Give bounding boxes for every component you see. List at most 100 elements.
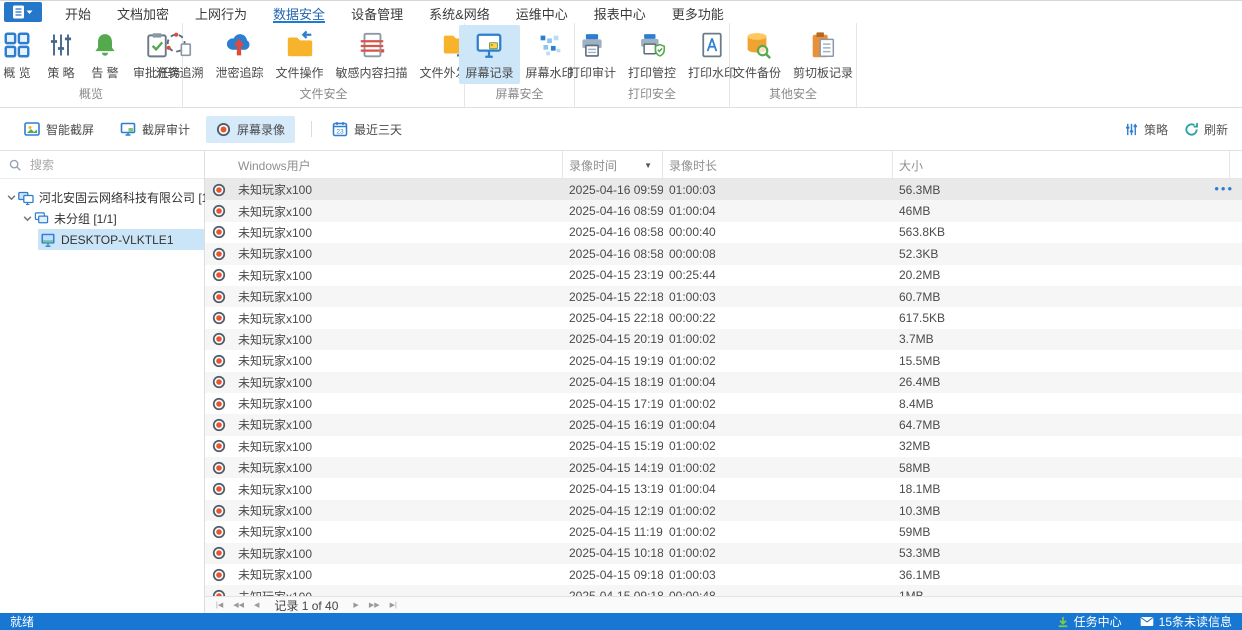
- cell-duration: 01:00:03: [669, 567, 716, 582]
- menu-item-web-behavior[interactable]: 上网行为: [195, 1, 247, 23]
- table-row[interactable]: 未知玩家x100 2025-04-15 23:19:01 00:25:44 20…: [205, 265, 1242, 286]
- menu-item-more-features[interactable]: 更多功能: [672, 1, 724, 23]
- record-dot-icon: [205, 439, 232, 453]
- page-next-button[interactable]: ▶: [348, 601, 363, 609]
- app-menu-button[interactable]: [4, 2, 42, 22]
- date-filter-recent-3-days[interactable]: 23 最近三天: [322, 116, 412, 143]
- cell-size: 59MB: [899, 524, 931, 539]
- group-monitors-icon: [34, 211, 49, 226]
- menu-item-report-center[interactable]: 报表中心: [594, 1, 646, 23]
- col-record-time[interactable]: 录像时间 ▼: [563, 151, 663, 179]
- ribbon-item-print-audit[interactable]: 打印审计: [562, 25, 622, 84]
- menu-item-start[interactable]: 开始: [65, 1, 91, 23]
- page-prev-button[interactable]: ◀: [249, 601, 264, 609]
- record-dot-icon: [205, 311, 232, 325]
- page-last-button[interactable]: ▶|: [385, 601, 402, 609]
- page-indicator: 记录 1 of 40: [274, 598, 339, 613]
- col-duration[interactable]: 录像时长: [663, 151, 893, 179]
- menu-item-data-security[interactable]: 数据安全: [273, 1, 326, 23]
- cell-windows-user: 未知玩家x100: [238, 225, 313, 240]
- overview-grid-icon: [1, 29, 33, 61]
- table-row[interactable]: 未知玩家x100 2025-04-15 12:19:03 01:00:02 10…: [205, 499, 1242, 522]
- table-row[interactable]: 未知玩家x100 2025-04-15 19:19:28 01:00:02 15…: [205, 350, 1242, 371]
- ribbon: 概 览 策 略 告 警 审批任务 概览 流转追溯 泄密追踪 文件操作 敏感内容扫…: [0, 23, 1242, 108]
- table-row[interactable]: 未知玩家x100 2025-04-15 15:19:14 01:00:02 32…: [205, 436, 1242, 457]
- tab-smart-capture[interactable]: 智能截屏: [14, 116, 104, 143]
- record-dot-icon: [205, 418, 232, 432]
- tree-node-ungrouped[interactable]: 未分组 [1/1]: [0, 208, 204, 229]
- cell-duration: 01:00:02: [669, 353, 716, 368]
- ribbon-item-leak-tracking[interactable]: 泄密追踪: [209, 25, 269, 84]
- menu-item-system-network[interactable]: 系统&网络: [429, 1, 490, 23]
- sensitive-scan-icon: [356, 29, 388, 61]
- table-header: Windows用户 录像时间 ▼ 录像时长 大小: [205, 151, 1242, 179]
- menu-item-ops-center[interactable]: 运维中心: [516, 1, 568, 23]
- menu-item-device-management[interactable]: 设备管理: [351, 1, 403, 23]
- table-row[interactable]: 未知玩家x100 2025-04-15 17:19:22 01:00:02 8.…: [205, 393, 1242, 414]
- col-size[interactable]: 大小: [893, 151, 1230, 179]
- cell-size: 32MB: [899, 439, 931, 454]
- record-dot-icon: [216, 122, 231, 137]
- col-windows-user[interactable]: Windows用户: [232, 151, 563, 179]
- policy-button[interactable]: 策略: [1124, 121, 1168, 138]
- cell-duration: 01:00:04: [669, 482, 716, 497]
- cell-record-time: 2025-04-15 12:19:03: [569, 503, 663, 518]
- cell-record-time: 2025-04-15 15:19:14: [569, 439, 663, 454]
- ribbon-item-alert[interactable]: 告 警: [83, 25, 127, 84]
- ribbon-item-overview[interactable]: 概 览: [0, 25, 39, 84]
- row-more-actions-icon[interactable]: •••: [1214, 179, 1234, 200]
- tree-node-device-desktop-vlktle1[interactable]: DESKTOP-VLKTLE1: [0, 229, 204, 250]
- table-row[interactable]: 未知玩家x100 2025-04-15 18:19:24 01:00:04 26…: [205, 371, 1242, 393]
- table-row[interactable]: 未知玩家x100 2025-04-15 09:18:06 00:00:48 1M…: [205, 585, 1242, 596]
- cell-size: 563.8KB: [899, 225, 946, 240]
- tab-screen-recording[interactable]: 屏幕录像: [206, 115, 296, 143]
- table-row[interactable]: 未知玩家x100 2025-04-16 08:59:21 01:00:04 46…: [205, 200, 1242, 222]
- ribbon-item-file-backup[interactable]: 文件备份: [727, 25, 787, 84]
- cell-windows-user: 未知玩家x100: [238, 504, 313, 519]
- table-row[interactable]: 未知玩家x100 2025-04-16 08:58:41 00:00:40 56…: [205, 222, 1242, 243]
- cell-duration: 01:00:02: [669, 460, 716, 475]
- table-row[interactable]: 未知玩家x100 2025-04-15 22:18:33 00:00:22 61…: [205, 307, 1242, 328]
- ribbon-item-screen-recording[interactable]: 屏幕记录: [459, 25, 520, 84]
- table-row[interactable]: 未知玩家x100 2025-04-16 09:59:26 01:00:03 56…: [205, 179, 1242, 201]
- chevron-down-icon[interactable]: [4, 193, 18, 202]
- refresh-button[interactable]: 刷新: [1184, 121, 1228, 138]
- cell-windows-user: 未知玩家x100: [238, 568, 313, 583]
- ribbon-item-clipboard-record[interactable]: 剪切板记录: [787, 25, 859, 84]
- record-dot-icon: [205, 204, 232, 218]
- menu-item-doc-encryption[interactable]: 文档加密: [117, 1, 169, 23]
- ribbon-group-label: 其他安全: [768, 87, 817, 101]
- page-fast-prev-button[interactable]: ◀◀: [228, 601, 249, 609]
- page-fast-next-button[interactable]: ▶▶: [364, 601, 385, 609]
- table-row[interactable]: 未知玩家x100 2025-04-15 16:19:16 01:00:04 64…: [205, 414, 1242, 436]
- ribbon-item-policy[interactable]: 策 略: [39, 25, 83, 84]
- table-row[interactable]: 未知玩家x100 2025-04-16 08:58:32 00:00:08 52…: [205, 243, 1242, 265]
- cell-windows-user: 未知玩家x100: [238, 439, 313, 454]
- cell-windows-user: 未知玩家x100: [232, 588, 563, 596]
- cell-record-time: 2025-04-15 09:18:06: [563, 589, 663, 596]
- table-row[interactable]: 未知玩家x100 2025-04-15 22:18:57 01:00:03 60…: [205, 285, 1242, 308]
- ribbon-item-flow-trace[interactable]: 流转追溯: [149, 25, 209, 84]
- table-row[interactable]: 未知玩家x100 2025-04-15 09:18:55 01:00:03 36…: [205, 564, 1242, 585]
- record-dot-icon: [205, 247, 232, 261]
- ribbon-item-file-operations[interactable]: 文件操作: [270, 25, 330, 84]
- cell-record-time: 2025-04-15 09:18:55: [569, 567, 663, 582]
- tree-node-company[interactable]: 河北安固云网络科技有限公司 [1/1]: [0, 187, 222, 208]
- table-row[interactable]: 未知玩家x100 2025-04-15 14:19:11 01:00:02 58…: [205, 457, 1242, 479]
- table-row[interactable]: 未知玩家x100 2025-04-15 20:19:31 01:00:02 3.…: [205, 328, 1242, 351]
- ribbon-group-label: 概览: [78, 87, 103, 101]
- task-center-button[interactable]: 任务中心: [1057, 613, 1122, 630]
- table-row[interactable]: 未知玩家x100 2025-04-15 11:19:01 01:00:02 59…: [205, 521, 1242, 542]
- ribbon-item-sensitive-content-scan[interactable]: 敏感内容扫描: [330, 25, 414, 84]
- device-search-input[interactable]: [28, 156, 178, 173]
- tab-capture-audit[interactable]: 截屏审计: [110, 116, 200, 143]
- unread-messages-button[interactable]: 15条未读信息: [1140, 613, 1232, 630]
- page-first-button[interactable]: |◀: [211, 601, 228, 609]
- smart-capture-picture-icon: [24, 121, 40, 137]
- cell-record-time: 2025-04-15 17:19:22: [569, 396, 663, 411]
- chevron-down-icon[interactable]: [20, 214, 34, 223]
- cell-record-time: 2025-04-16 09:59:26: [569, 182, 663, 197]
- table-row[interactable]: 未知玩家x100 2025-04-15 10:18:58 01:00:02 53…: [205, 542, 1242, 565]
- ribbon-item-print-control[interactable]: 打印管控: [622, 25, 682, 84]
- table-row[interactable]: 未知玩家x100 2025-04-15 13:19:06 01:00:04 18…: [205, 478, 1242, 499]
